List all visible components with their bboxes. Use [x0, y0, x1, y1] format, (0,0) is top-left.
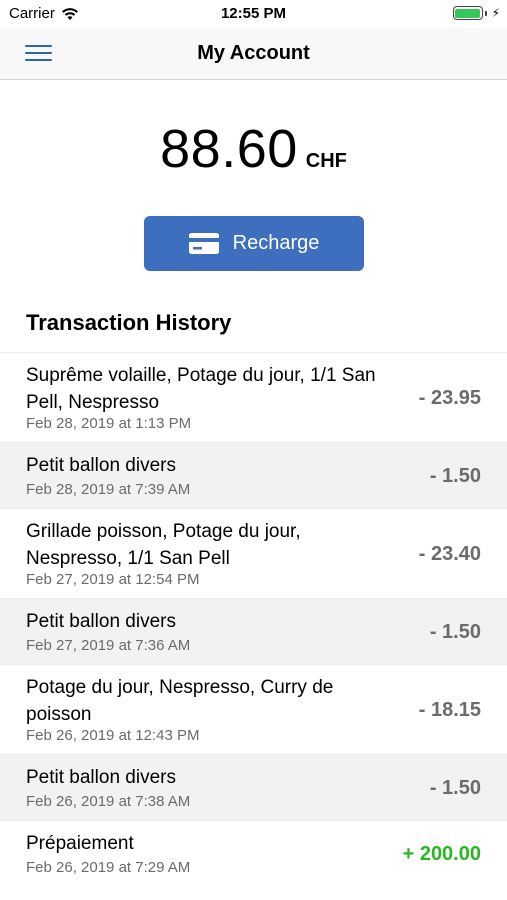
transaction-row[interactable]: Petit ballon divers Feb 26, 2019 at 7:38… — [0, 754, 507, 820]
transaction-amount: - 23.40 — [418, 543, 481, 565]
transaction-date: Feb 26, 2019 at 7:29 AM — [26, 859, 191, 876]
navigation-bar: My Account — [0, 28, 507, 80]
transaction-row[interactable]: Prépaiement Feb 26, 2019 at 7:29 AM + 20… — [0, 820, 507, 886]
page-title: My Account — [197, 42, 310, 64]
transaction-date: Feb 28, 2019 at 7:39 AM — [26, 481, 191, 498]
balance-currency: CHF — [305, 150, 347, 172]
battery-cap — [484, 10, 487, 16]
charging-bolt-icon: ⚡ — [491, 6, 500, 20]
transaction-amount: - 1.50 — [429, 777, 481, 799]
transaction-date: Feb 26, 2019 at 7:38 AM — [26, 793, 191, 810]
recharge-button[interactable]: Recharge — [144, 216, 364, 271]
transaction-row[interactable]: Potage du jour, Nespresso, Curry de pois… — [0, 664, 507, 754]
transaction-date: Feb 28, 2019 at 1:13 PM — [26, 415, 192, 432]
transaction-list: Suprême volaille, Potage du jour, 1/1 Sa… — [0, 352, 507, 886]
account-balance: 88.60 CHF — [0, 118, 507, 180]
transaction-description: Potage du jour, Nespresso, Curry de pois… — [26, 677, 334, 725]
transaction-date: Feb 26, 2019 at 12:43 PM — [26, 727, 200, 744]
transaction-amount: - 23.95 — [418, 387, 481, 409]
transaction-row[interactable]: Petit ballon divers Feb 28, 2019 at 7:39… — [0, 442, 507, 508]
battery-level — [455, 8, 481, 18]
transaction-amount: + 200.00 — [402, 843, 481, 865]
status-time: 12:55 PM — [220, 5, 287, 22]
transaction-description: Petit ballon divers — [26, 455, 176, 476]
transaction-amount: - 18.15 — [418, 699, 481, 721]
credit-card-icon — [188, 233, 219, 254]
battery-icon — [452, 6, 483, 20]
transaction-description: Petit ballon divers — [26, 611, 176, 632]
transaction-row[interactable]: Petit ballon divers Feb 27, 2019 at 7:36… — [0, 598, 507, 664]
transaction-date: Feb 27, 2019 at 12:54 PM — [26, 571, 200, 588]
transaction-amount: - 1.50 — [429, 621, 481, 643]
transaction-description: Prépaiement — [26, 833, 134, 854]
transaction-row[interactable]: Suprême volaille, Potage du jour, 1/1 Sa… — [0, 352, 507, 442]
transaction-amount: - 1.50 — [429, 465, 481, 487]
transaction-history-title: Transaction History — [26, 310, 232, 335]
transaction-date: Feb 27, 2019 at 7:36 AM — [26, 637, 191, 654]
transaction-description: Grillade poisson, Potage du jour, Nespre… — [26, 521, 301, 569]
status-bar: Carrier 12:55 PM ⚡ — [0, 0, 507, 28]
recharge-label: Recharge — [232, 232, 320, 254]
battery-indicator: ⚡ — [452, 6, 500, 20]
transaction-description: Suprême volaille, Potage du jour, 1/1 Sa… — [26, 365, 376, 413]
balance-amount: 88.60 — [160, 119, 298, 179]
transaction-description: Petit ballon divers — [26, 767, 176, 788]
transaction-row[interactable]: Grillade poisson, Potage du jour, Nespre… — [0, 508, 507, 598]
